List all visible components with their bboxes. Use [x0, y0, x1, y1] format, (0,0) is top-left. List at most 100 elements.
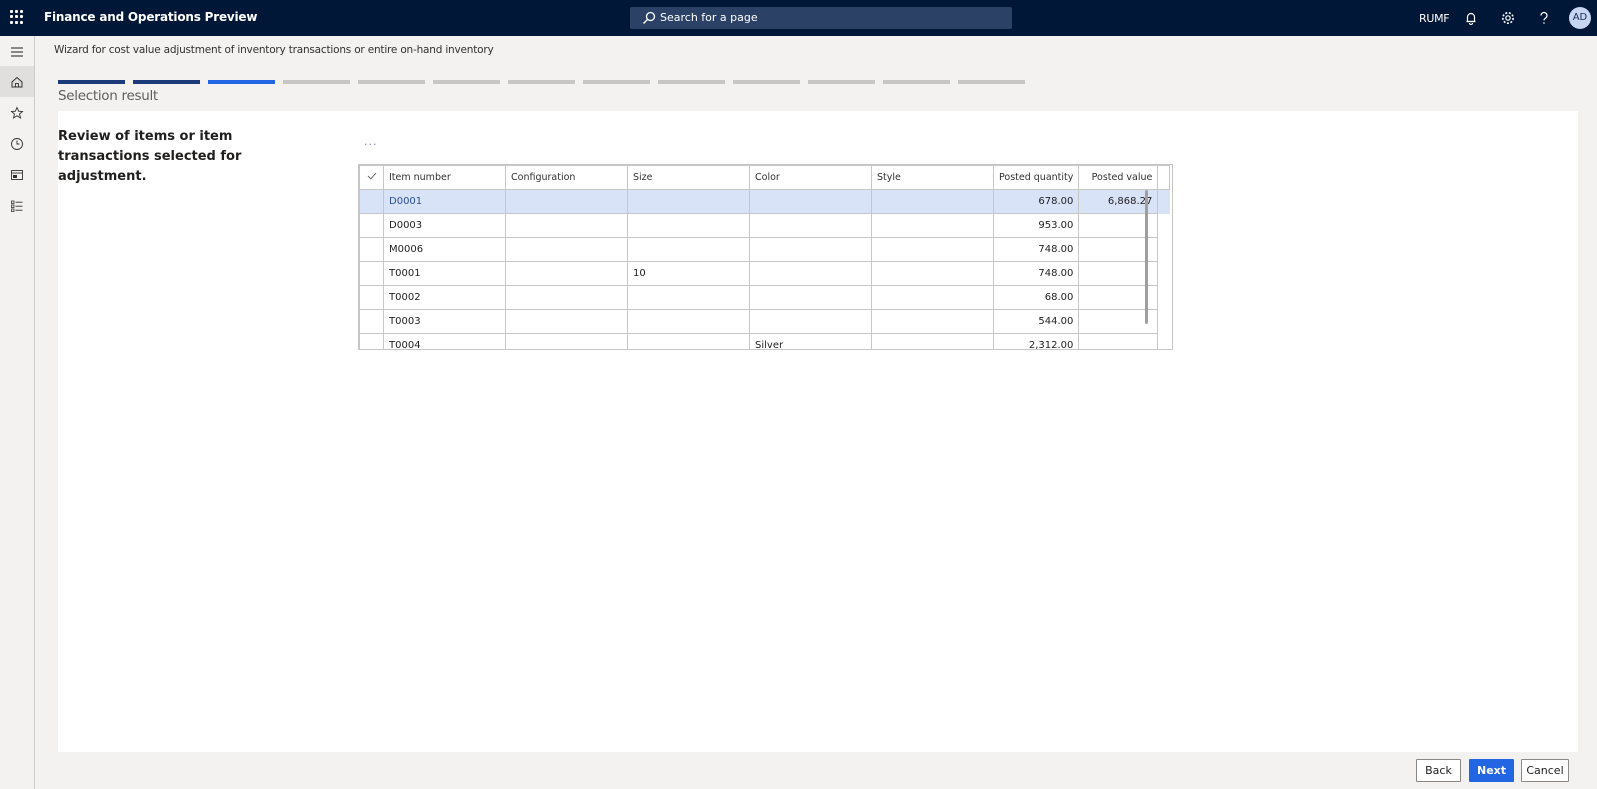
- column-header-posted-quantity[interactable]: Posted quantity: [992, 165, 1080, 190]
- column-header-style[interactable]: Style: [871, 165, 994, 190]
- grid-vertical-scrollbar[interactable]: [1145, 190, 1148, 324]
- column-header-color[interactable]: Color: [749, 165, 872, 190]
- color-cell[interactable]: [749, 309, 872, 334]
- posted-quantity-cell[interactable]: 678.00: [992, 189, 1080, 214]
- style-cell[interactable]: [871, 189, 994, 214]
- wizard-step-indicator: [658, 80, 725, 84]
- nav-modules[interactable]: [0, 190, 34, 221]
- size-cell[interactable]: [627, 213, 750, 238]
- size-cell[interactable]: [627, 285, 750, 310]
- checkmark-icon: [367, 172, 376, 180]
- row-select-checkbox[interactable]: [359, 237, 384, 262]
- grid-header-row: Item number Configuration Size Color Sty…: [359, 165, 1171, 190]
- size-cell[interactable]: [627, 333, 750, 349]
- size-cell[interactable]: [627, 309, 750, 334]
- wizard-step-indicator: [358, 80, 425, 84]
- configuration-cell[interactable]: [505, 285, 628, 310]
- item-number-cell[interactable]: T0001: [383, 261, 506, 286]
- wizard-step-indicator: [583, 80, 650, 84]
- style-cell[interactable]: [871, 261, 994, 286]
- item-number-cell[interactable]: T0003: [383, 309, 506, 334]
- color-cell[interactable]: [749, 285, 872, 310]
- table-row[interactable]: T0001 10 748.00: [359, 261, 1170, 286]
- row-select-checkbox[interactable]: [359, 213, 384, 238]
- scrollbar-gutter: [1158, 214, 1170, 238]
- size-cell[interactable]: [627, 189, 750, 214]
- row-select-checkbox[interactable]: [359, 189, 384, 214]
- next-button[interactable]: Next: [1469, 759, 1514, 782]
- settings-gear-icon[interactable]: [1499, 9, 1517, 27]
- user-avatar[interactable]: AD: [1569, 7, 1591, 29]
- item-number-cell[interactable]: T0004: [383, 333, 506, 349]
- app-launcher-icon[interactable]: [10, 10, 24, 24]
- style-cell[interactable]: [871, 237, 994, 262]
- posted-value-cell[interactable]: [1078, 333, 1159, 349]
- color-cell[interactable]: [749, 213, 872, 238]
- item-number-cell[interactable]: D0001: [383, 189, 506, 214]
- search-input[interactable]: Search for a page: [630, 7, 1012, 29]
- table-row[interactable]: M0006 748.00: [359, 237, 1170, 262]
- hamburger-icon: [11, 46, 23, 57]
- row-select-checkbox[interactable]: [359, 261, 384, 286]
- cancel-button[interactable]: Cancel: [1521, 759, 1569, 782]
- nav-menu-toggle[interactable]: [0, 36, 34, 67]
- bell-icon[interactable]: [1462, 9, 1480, 27]
- size-cell[interactable]: [627, 237, 750, 262]
- more-options-button[interactable]: ...: [364, 135, 378, 148]
- configuration-cell[interactable]: [505, 189, 628, 214]
- wizard-progress: [58, 80, 1025, 84]
- nav-workspaces[interactable]: [0, 159, 34, 190]
- posted-quantity-cell[interactable]: 68.00: [992, 285, 1080, 310]
- color-cell[interactable]: [749, 237, 872, 262]
- style-cell[interactable]: [871, 285, 994, 310]
- posted-quantity-cell[interactable]: 544.00: [992, 309, 1080, 334]
- color-cell[interactable]: Silver: [749, 333, 872, 349]
- configuration-cell[interactable]: [505, 333, 628, 349]
- side-navigation: [0, 36, 35, 789]
- column-header-configuration[interactable]: Configuration: [505, 165, 628, 190]
- posted-quantity-cell[interactable]: 2,312.00: [992, 333, 1080, 349]
- table-row[interactable]: D0001 678.00 6,868.27: [359, 189, 1170, 214]
- nav-home[interactable]: [0, 66, 34, 97]
- size-cell[interactable]: 10: [627, 261, 750, 286]
- posted-quantity-cell[interactable]: 748.00: [992, 237, 1080, 262]
- configuration-cell[interactable]: [505, 213, 628, 238]
- item-number-cell[interactable]: T0002: [383, 285, 506, 310]
- column-header-size[interactable]: Size: [627, 165, 750, 190]
- style-cell[interactable]: [871, 213, 994, 238]
- color-cell[interactable]: [749, 189, 872, 214]
- item-number-cell[interactable]: D0003: [383, 213, 506, 238]
- selection-grid: Item number Configuration Size Color Sty…: [358, 164, 1173, 350]
- company-picker[interactable]: RUMF: [1419, 12, 1450, 25]
- app-title[interactable]: Finance and Operations Preview: [44, 10, 257, 24]
- step-instruction: Review of items or item transactions sel…: [58, 129, 242, 184]
- table-row[interactable]: T0002 68.00: [359, 285, 1170, 310]
- nav-recent[interactable]: [0, 128, 34, 159]
- configuration-cell[interactable]: [505, 309, 628, 334]
- column-header-posted-value[interactable]: Posted value: [1078, 165, 1159, 190]
- top-bar: Finance and Operations Preview Search fo…: [0, 0, 1597, 36]
- posted-quantity-cell[interactable]: 748.00: [992, 261, 1080, 286]
- search-placeholder: Search for a page: [660, 11, 758, 24]
- style-cell[interactable]: [871, 309, 994, 334]
- row-select-checkbox[interactable]: [359, 309, 384, 334]
- color-cell[interactable]: [749, 261, 872, 286]
- back-button[interactable]: Back: [1416, 759, 1461, 782]
- modules-list-icon: [11, 200, 23, 212]
- help-icon[interactable]: [1535, 9, 1553, 27]
- item-number-cell[interactable]: M0006: [383, 237, 506, 262]
- column-header-item-number[interactable]: Item number: [383, 165, 506, 190]
- posted-quantity-cell[interactable]: 953.00: [992, 213, 1080, 238]
- row-select-checkbox[interactable]: [359, 333, 384, 349]
- table-row[interactable]: T0003 544.00: [359, 309, 1170, 334]
- style-cell[interactable]: [871, 333, 994, 349]
- scrollbar-header-spacer: [1157, 165, 1171, 190]
- table-row[interactable]: T0004 Silver 2,312.00: [359, 333, 1170, 349]
- row-select-checkbox[interactable]: [359, 285, 384, 310]
- table-row[interactable]: D0003 953.00: [359, 213, 1170, 238]
- nav-favorites[interactable]: [0, 97, 34, 128]
- configuration-cell[interactable]: [505, 261, 628, 286]
- configuration-cell[interactable]: [505, 237, 628, 262]
- wizard-step-indicator: [883, 80, 950, 84]
- select-all-checkbox[interactable]: [359, 165, 384, 190]
